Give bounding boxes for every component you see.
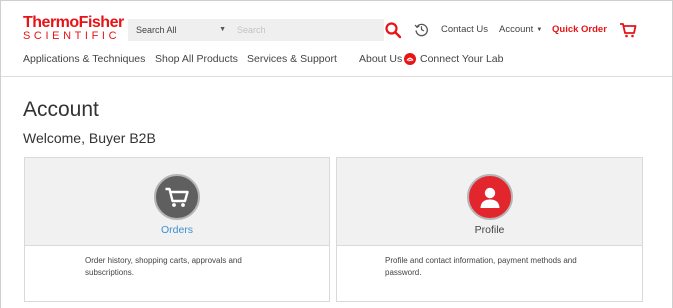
thermofisher-logo[interactable]: ThermoFisher SCIENTIFIC <box>23 15 124 42</box>
quick-order-link[interactable]: Quick Order <box>552 24 607 35</box>
history-icon[interactable] <box>414 22 429 37</box>
user-icon <box>480 187 499 208</box>
profile-card-header: Profile <box>337 158 642 246</box>
nav-about-us[interactable]: About Us <box>359 53 402 65</box>
account-menu[interactable]: Account ▼ <box>499 24 542 35</box>
orders-card-header: Orders <box>25 158 329 246</box>
page-title: Account <box>23 98 99 121</box>
chevron-down-icon: ▼ <box>536 27 543 33</box>
chevron-down-icon: ▼ <box>219 26 226 33</box>
welcome-message: Welcome, Buyer B2B <box>23 130 156 146</box>
orders-card-description: Order history, shopping carts, approvals… <box>85 256 242 277</box>
nav-connect-label: Connect Your Lab <box>420 53 504 65</box>
nav-divider <box>1 76 672 77</box>
orders-card[interactable]: Orders Order history, shopping carts, ap… <box>24 157 330 302</box>
profile-icon-badge <box>466 174 513 220</box>
search-category-label: Search All <box>136 25 177 35</box>
search-input[interactable] <box>232 19 384 41</box>
contact-us-link[interactable]: Contact Us <box>441 24 488 35</box>
nav-applications-techniques[interactable]: Applications & Techniques <box>23 53 145 65</box>
account-menu-label: Account <box>499 24 534 35</box>
profile-card[interactable]: Profile Profile and contact information,… <box>336 157 643 302</box>
nav-services-support[interactable]: Services & Support <box>247 53 337 65</box>
cart-icon[interactable] <box>619 22 637 38</box>
logo-subtitle: SCIENTIFIC <box>23 30 121 42</box>
search-category-select[interactable]: Search All ▼ <box>128 19 232 41</box>
profile-card-description: Profile and contact information, payment… <box>385 256 577 277</box>
search-icon[interactable] <box>384 21 402 39</box>
orders-card-title[interactable]: Orders <box>25 224 329 236</box>
nav-connect-your-lab[interactable]: Connect Your Lab <box>404 53 504 65</box>
cart-icon <box>165 187 189 207</box>
logo-wordmark: ThermoFisher <box>23 14 124 31</box>
connect-lab-icon <box>404 53 416 65</box>
nav-shop-all-products[interactable]: Shop All Products <box>155 53 238 65</box>
profile-card-title[interactable]: Profile <box>337 224 642 236</box>
orders-icon-badge <box>154 174 200 220</box>
